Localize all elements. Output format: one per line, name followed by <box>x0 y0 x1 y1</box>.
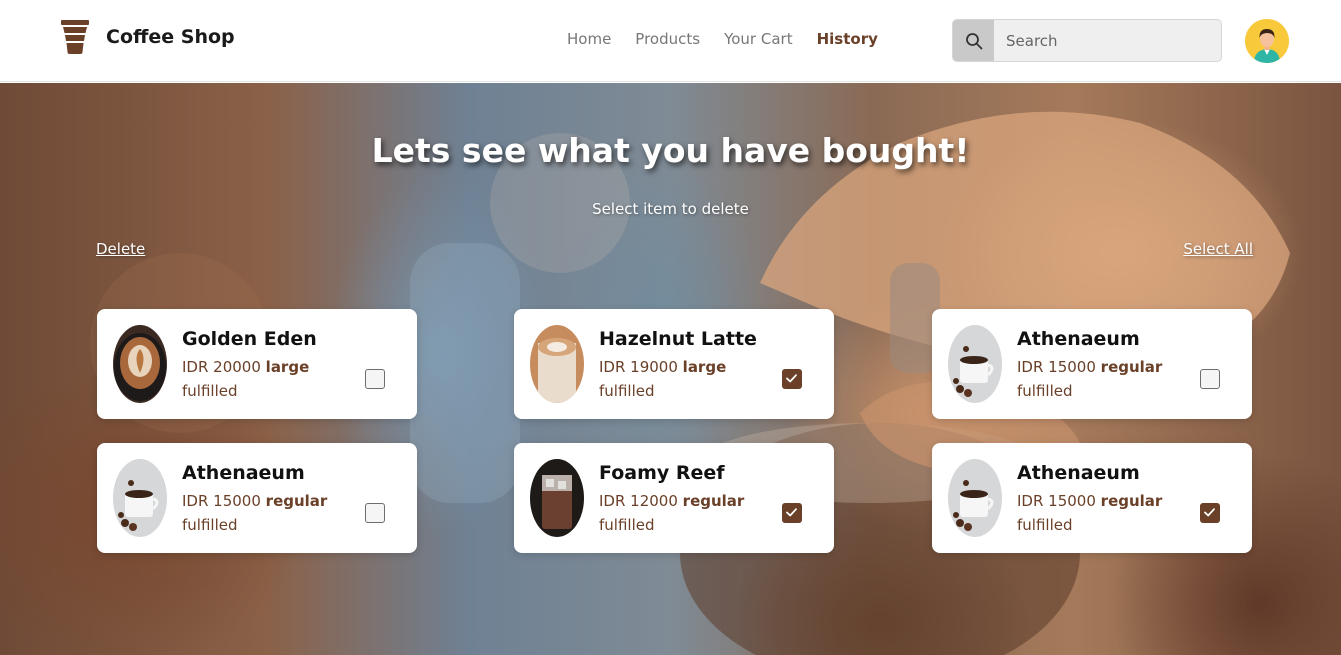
product-image <box>530 325 584 403</box>
product-image <box>113 325 167 403</box>
nav-link-home[interactable]: Home <box>567 30 611 48</box>
coffee-cup-icon <box>61 20 89 54</box>
history-item-card[interactable]: Hazelnut Latte IDR 19000 large fulfilled <box>514 309 834 419</box>
order-status: fulfilled <box>182 382 238 400</box>
product-price: IDR 19000 <box>599 358 678 376</box>
checkmark-icon <box>786 508 797 517</box>
product-price-line: IDR 20000 large <box>182 358 309 376</box>
select-item-checkbox[interactable] <box>1200 503 1220 523</box>
select-all-link[interactable]: Select All <box>1183 240 1253 258</box>
product-name: Golden Eden <box>182 328 317 350</box>
search-box <box>952 19 1222 62</box>
product-price: IDR 15000 <box>1017 358 1096 376</box>
brand[interactable]: Coffee Shop <box>60 20 235 54</box>
checkmark-icon <box>786 374 797 383</box>
product-price-line: IDR 12000 regular <box>599 492 744 510</box>
product-price-line: IDR 15000 regular <box>182 492 327 510</box>
select-item-checkbox[interactable] <box>1200 369 1220 389</box>
search-input[interactable] <box>994 20 1221 61</box>
product-image <box>113 459 167 537</box>
history-item-card[interactable]: Athenaeum IDR 15000 regular fulfilled <box>932 443 1252 553</box>
product-price: IDR 15000 <box>1017 492 1096 510</box>
product-name: Athenaeum <box>1017 328 1140 350</box>
brand-name: Coffee Shop <box>106 26 235 48</box>
product-size: large <box>682 358 727 376</box>
product-name: Foamy Reef <box>599 462 725 484</box>
product-price: IDR 15000 <box>182 492 261 510</box>
product-image <box>948 459 1002 537</box>
search-icon <box>965 32 982 49</box>
select-item-checkbox[interactable] <box>365 369 385 389</box>
product-price: IDR 20000 <box>182 358 261 376</box>
nav-links: Home Products Your Cart History <box>567 30 902 48</box>
user-avatar[interactable] <box>1245 19 1289 63</box>
product-price-line: IDR 19000 large <box>599 358 726 376</box>
product-image <box>530 459 584 537</box>
nav-link-your-cart[interactable]: Your Cart <box>724 30 793 48</box>
nav-link-products[interactable]: Products <box>635 30 700 48</box>
product-size: large <box>265 358 310 376</box>
navbar: Coffee Shop Home Products Your Cart Hist… <box>0 0 1341 82</box>
product-size: regular <box>1100 492 1163 510</box>
product-size: regular <box>682 492 745 510</box>
select-item-checkbox[interactable] <box>782 503 802 523</box>
page-subtitle: Select item to delete <box>592 200 749 218</box>
product-image <box>948 325 1002 403</box>
order-status: fulfilled <box>1017 382 1073 400</box>
order-status: fulfilled <box>599 516 655 534</box>
product-size: regular <box>265 492 328 510</box>
delete-link[interactable]: Delete <box>96 240 145 258</box>
history-item-card[interactable]: Golden Eden IDR 20000 large fulfilled <box>97 309 417 419</box>
user-avatar-icon <box>1245 19 1289 63</box>
page-title: Lets see what you have bought! <box>371 131 970 170</box>
checkmark-icon <box>1204 508 1215 517</box>
product-price-line: IDR 15000 regular <box>1017 358 1162 376</box>
history-item-card[interactable]: Athenaeum IDR 15000 regular fulfilled <box>932 309 1252 419</box>
product-price-line: IDR 15000 regular <box>1017 492 1162 510</box>
product-price: IDR 12000 <box>599 492 678 510</box>
order-status: fulfilled <box>1017 516 1073 534</box>
nav-link-history[interactable]: History <box>817 30 878 48</box>
order-status: fulfilled <box>182 516 238 534</box>
order-status: fulfilled <box>599 382 655 400</box>
product-name: Athenaeum <box>182 462 305 484</box>
select-item-checkbox[interactable] <box>365 503 385 523</box>
product-size: regular <box>1100 358 1163 376</box>
history-item-card[interactable]: Athenaeum IDR 15000 regular fulfilled <box>97 443 417 553</box>
product-name: Athenaeum <box>1017 462 1140 484</box>
search-button[interactable] <box>953 20 994 61</box>
select-item-checkbox[interactable] <box>782 369 802 389</box>
product-name: Hazelnut Latte <box>599 328 757 350</box>
history-item-card[interactable]: Foamy Reef IDR 12000 regular fulfilled <box>514 443 834 553</box>
